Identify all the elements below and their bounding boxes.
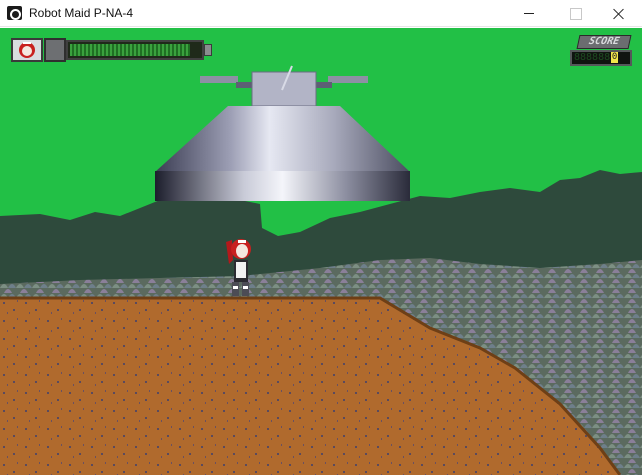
score-value: 0 [611, 52, 619, 63]
score-digits: 888888 [574, 52, 611, 63]
maximize-button[interactable] [552, 0, 598, 27]
score-display: 888888 0 [570, 50, 632, 66]
health-bar-cap [204, 44, 212, 56]
close-button[interactable] [596, 0, 642, 27]
lives-indicator [44, 38, 66, 62]
score-label: SCORE [576, 35, 632, 49]
title-bar: Robot Maid P-NA-4 [0, 0, 642, 27]
minimize-button[interactable] [506, 0, 552, 27]
window-title: Robot Maid P-NA-4 [29, 6, 134, 20]
app-icon [7, 6, 22, 20]
health-bar [66, 40, 204, 60]
game-scene [0, 28, 642, 475]
game-viewport[interactable]: SCORE 888888 0 [0, 28, 642, 475]
player-portrait-icon [11, 38, 43, 62]
health-bar-fill [70, 44, 190, 56]
